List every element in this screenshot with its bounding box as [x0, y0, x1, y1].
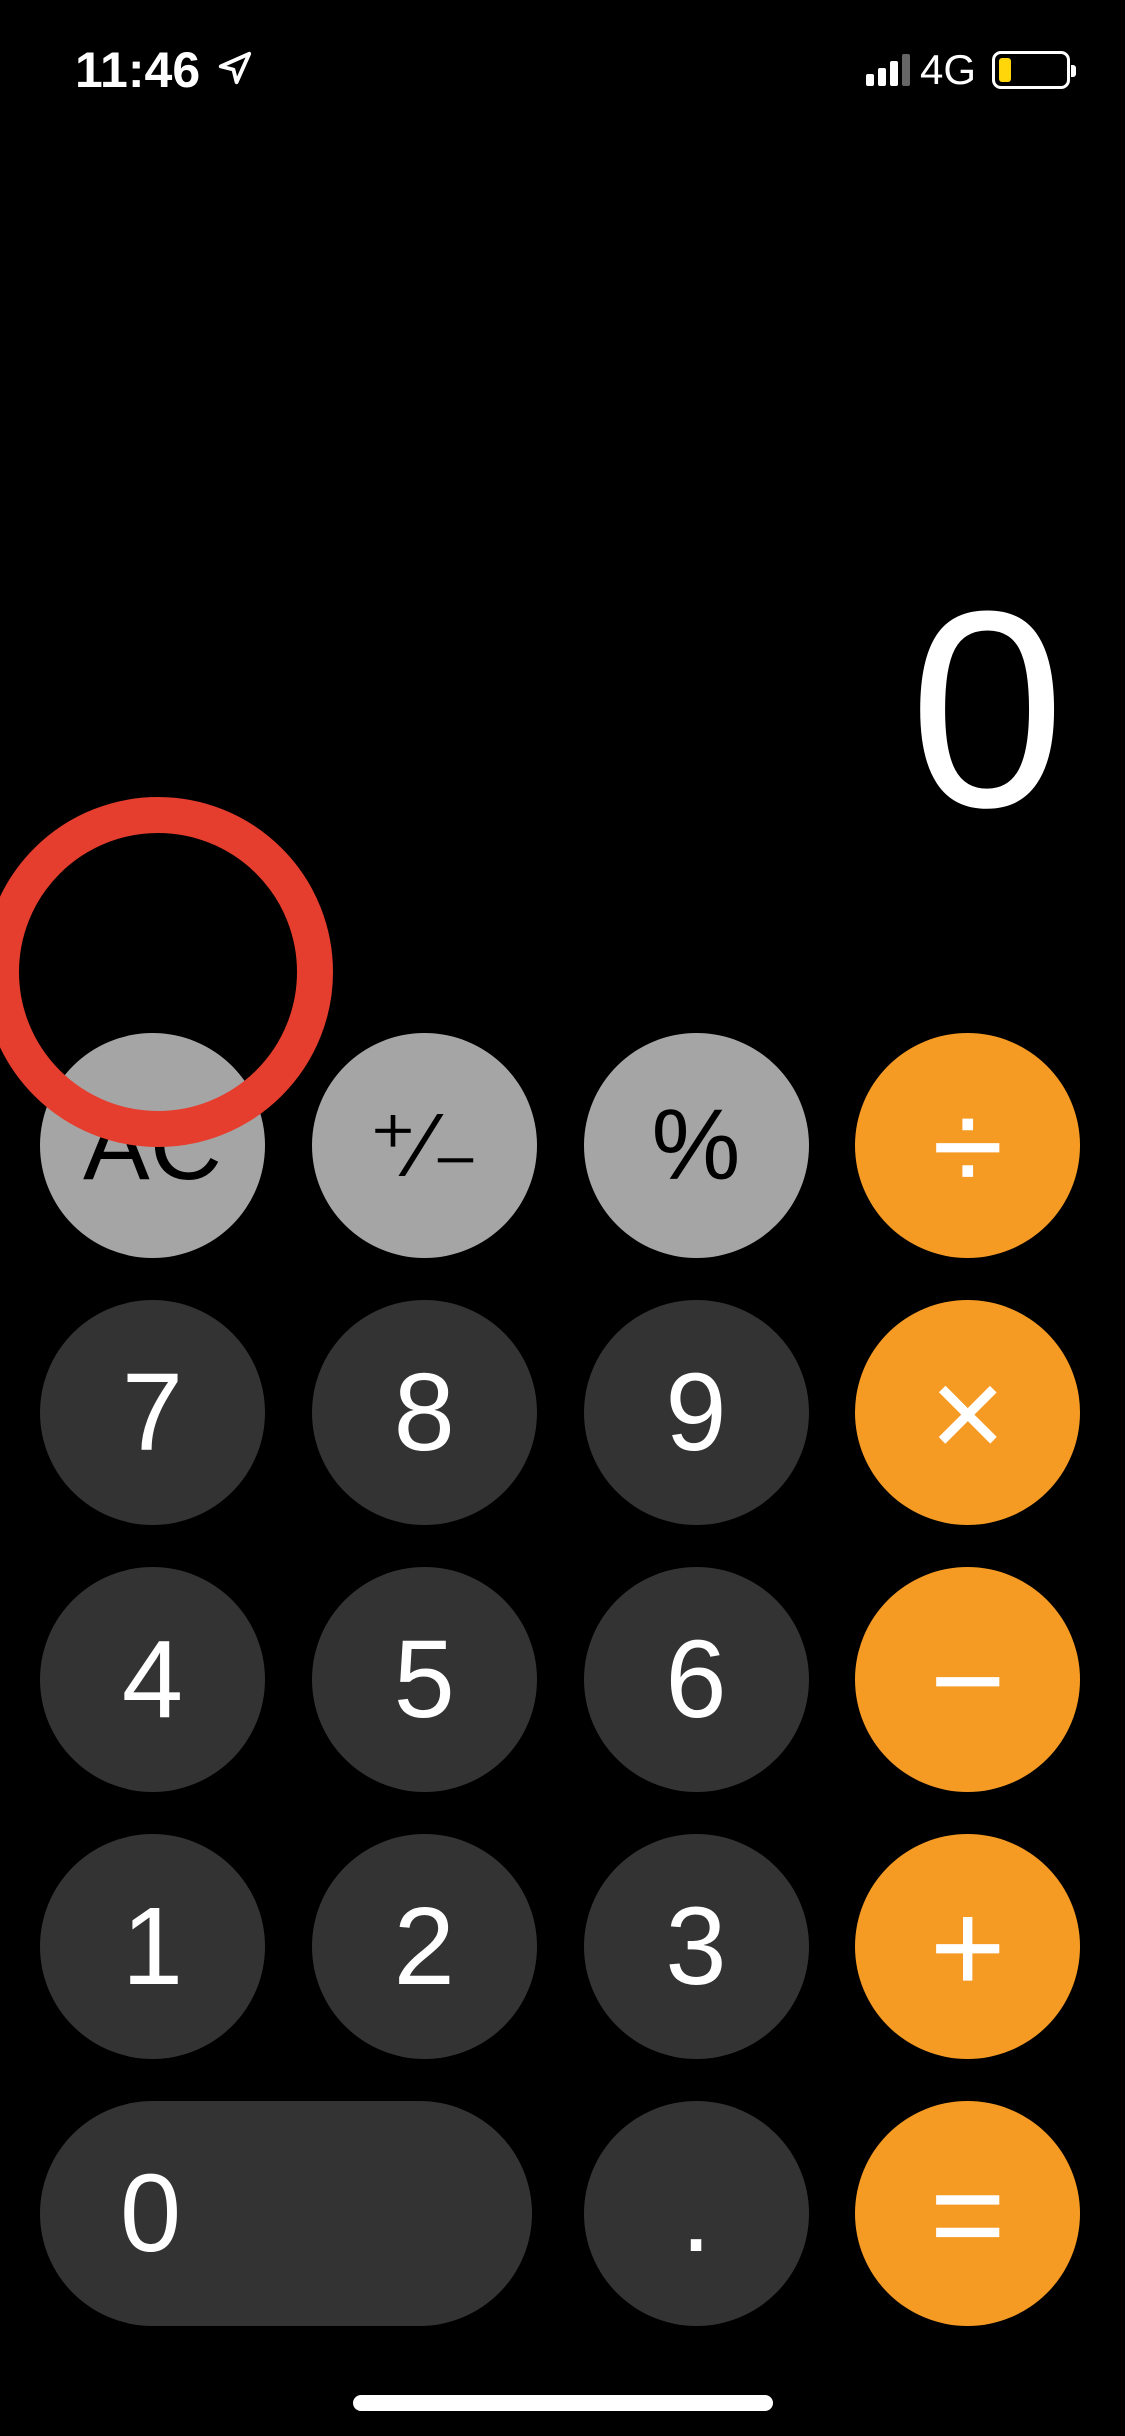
- three-button[interactable]: 3: [584, 1834, 809, 2059]
- percent-button[interactable]: %: [584, 1033, 809, 1258]
- location-icon: [216, 41, 254, 99]
- six-button[interactable]: 6: [584, 1567, 809, 1792]
- one-button[interactable]: 1: [40, 1834, 265, 2059]
- status-time: 11:46: [75, 41, 200, 99]
- calculator-display: 0: [60, 570, 1065, 850]
- nine-button[interactable]: 9: [584, 1300, 809, 1525]
- sign-button[interactable]: ⁺⁄₋: [312, 1033, 537, 1258]
- clear-button[interactable]: AC: [40, 1033, 265, 1258]
- five-button[interactable]: 5: [312, 1567, 537, 1792]
- seven-button[interactable]: 7: [40, 1300, 265, 1525]
- equals-button[interactable]: =: [855, 2101, 1080, 2326]
- zero-button[interactable]: 0: [40, 2101, 532, 2326]
- signal-icon: [866, 54, 910, 86]
- network-label: 4G: [920, 46, 976, 94]
- eight-button[interactable]: 8: [312, 1300, 537, 1525]
- calculator-keypad: AC ⁺⁄₋ % ÷ 7 8 9 × 4 5 6 − 1 2 3 + 0 . =: [40, 1033, 1085, 2326]
- divide-button[interactable]: ÷: [855, 1033, 1080, 1258]
- home-indicator[interactable]: [353, 2395, 773, 2411]
- plus-button[interactable]: +: [855, 1834, 1080, 2059]
- minus-button[interactable]: −: [855, 1567, 1080, 1792]
- four-button[interactable]: 4: [40, 1567, 265, 1792]
- multiply-button[interactable]: ×: [855, 1300, 1080, 1525]
- battery-icon: [992, 51, 1070, 89]
- decimal-button[interactable]: .: [584, 2101, 809, 2326]
- status-bar: 11:46 4G: [0, 0, 1125, 140]
- two-button[interactable]: 2: [312, 1834, 537, 2059]
- status-right: 4G: [866, 46, 1070, 94]
- status-left: 11:46: [55, 41, 254, 99]
- sign-label: ⁺⁄₋: [369, 1093, 479, 1198]
